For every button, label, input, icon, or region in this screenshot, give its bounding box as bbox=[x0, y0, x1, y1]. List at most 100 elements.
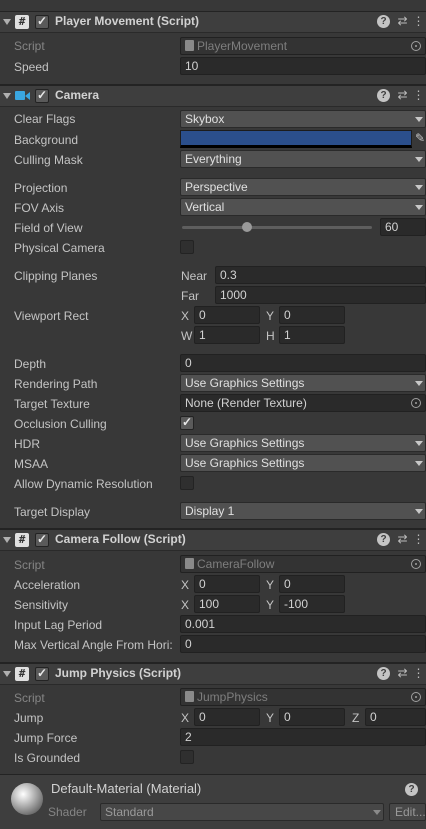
enabled-checkbox[interactable] bbox=[35, 14, 49, 29]
viewport-w-input[interactable]: 1 bbox=[194, 326, 260, 344]
material-section: Default-Material (Material) ? Shader Sta… bbox=[0, 775, 426, 829]
near-input[interactable]: 0.3 bbox=[215, 266, 426, 284]
script-label: Script bbox=[14, 39, 45, 53]
hdr-dropdown[interactable]: Use Graphics Settings bbox=[180, 434, 426, 452]
projection-dropdown[interactable]: Perspective bbox=[180, 178, 426, 196]
help-icon[interactable]: ? bbox=[377, 89, 390, 102]
presets-icon[interactable]: ⇄ bbox=[396, 89, 409, 102]
viewport-x-input[interactable]: 0 bbox=[194, 306, 260, 324]
acceleration-y-input[interactable]: 0 bbox=[279, 575, 345, 593]
shader-dropdown[interactable]: Standard bbox=[100, 803, 384, 821]
object-picker-icon[interactable] bbox=[411, 41, 421, 51]
input-lag-label: Input Lag Period bbox=[14, 618, 103, 632]
foldout-arrow-icon[interactable] bbox=[3, 93, 11, 99]
viewport-y-input[interactable]: 0 bbox=[279, 306, 345, 324]
dropdown-value: Display 1 bbox=[185, 504, 235, 518]
viewport-h-input[interactable]: 1 bbox=[279, 326, 345, 344]
script-file-icon bbox=[185, 40, 194, 51]
clipping-planes-label: Clipping Planes bbox=[14, 269, 98, 283]
fov-slider-track[interactable] bbox=[182, 226, 372, 229]
physical-camera-checkbox[interactable] bbox=[180, 240, 194, 254]
object-picker-icon[interactable] bbox=[411, 692, 421, 702]
component-title: Camera Follow (Script) bbox=[55, 532, 186, 546]
camera-header[interactable]: Camera ? ⇄ ⋮ bbox=[0, 85, 426, 107]
fov-slider-handle[interactable] bbox=[242, 222, 252, 232]
far-label: Far bbox=[181, 289, 199, 303]
input-lag-input[interactable]: 0.001 bbox=[180, 615, 426, 633]
script-field[interactable]: CameraFollow bbox=[180, 555, 426, 573]
component-title: Jump Physics (Script) bbox=[55, 666, 182, 680]
is-grounded-label: Is Grounded bbox=[14, 751, 81, 765]
help-icon[interactable]: ? bbox=[377, 533, 390, 546]
is-grounded-checkbox[interactable] bbox=[180, 750, 194, 764]
viewport-rect-label: Viewport Rect bbox=[14, 309, 89, 323]
menu-icon[interactable]: ⋮ bbox=[412, 89, 425, 102]
foldout-arrow-icon[interactable] bbox=[3, 19, 11, 25]
speed-input[interactable]: 10 bbox=[180, 57, 426, 75]
menu-icon[interactable]: ⋮ bbox=[412, 15, 425, 28]
enabled-checkbox[interactable] bbox=[35, 88, 49, 103]
depth-label: Depth bbox=[14, 357, 47, 371]
fov-input[interactable]: 60 bbox=[380, 218, 426, 236]
material-sphere-icon[interactable] bbox=[11, 783, 43, 815]
sensitivity-x-label: X bbox=[181, 598, 190, 612]
script-field[interactable]: PlayerMovement bbox=[180, 37, 426, 55]
rendering-path-dropdown[interactable]: Use Graphics Settings bbox=[180, 374, 426, 392]
jump-y-input[interactable]: 0 bbox=[279, 708, 345, 726]
jump-label: Jump bbox=[14, 711, 44, 725]
material-title: Default-Material (Material) bbox=[51, 781, 202, 796]
script-file-icon bbox=[185, 558, 194, 569]
script-value: JumpPhysics bbox=[197, 690, 268, 704]
culling-mask-dropdown[interactable]: Everything bbox=[180, 150, 426, 168]
object-picker-icon[interactable] bbox=[411, 559, 421, 569]
help-icon[interactable]: ? bbox=[405, 783, 418, 796]
menu-icon[interactable]: ⋮ bbox=[412, 533, 425, 546]
player-movement-header[interactable]: # Player Movement (Script) ? ⇄ ⋮ bbox=[0, 11, 426, 33]
sensitivity-label: Sensitivity bbox=[14, 598, 69, 612]
background-color-field[interactable] bbox=[180, 130, 412, 148]
jump-z-input[interactable]: 0 bbox=[365, 708, 426, 726]
eyedropper-icon[interactable]: ✎ bbox=[415, 131, 425, 145]
fov-axis-dropdown[interactable]: Vertical bbox=[180, 198, 426, 216]
chevron-down-icon bbox=[415, 381, 423, 386]
jump-physics-header[interactable]: # Jump Physics (Script) ? ⇄ ⋮ bbox=[0, 663, 426, 685]
far-input[interactable]: 1000 bbox=[215, 286, 426, 304]
depth-input[interactable]: 0 bbox=[180, 354, 426, 372]
acceleration-x-input[interactable]: 0 bbox=[194, 575, 260, 593]
dynamic-resolution-checkbox[interactable] bbox=[180, 476, 194, 490]
target-texture-label: Target Texture bbox=[14, 397, 90, 411]
jump-x-label: X bbox=[181, 711, 190, 725]
foldout-arrow-icon[interactable] bbox=[3, 537, 11, 543]
edit-shader-button[interactable]: Edit... bbox=[389, 803, 426, 821]
presets-icon[interactable]: ⇄ bbox=[396, 667, 409, 680]
script-value: CameraFollow bbox=[197, 557, 275, 571]
jump-force-input[interactable]: 2 bbox=[180, 728, 426, 746]
component-title: Player Movement (Script) bbox=[55, 14, 200, 28]
clear-flags-label: Clear Flags bbox=[14, 112, 76, 126]
occlusion-culling-checkbox[interactable] bbox=[180, 415, 194, 430]
dynamic-resolution-label: Allow Dynamic Resolution bbox=[14, 477, 153, 491]
sensitivity-x-input[interactable]: 100 bbox=[194, 595, 260, 613]
help-icon[interactable]: ? bbox=[377, 15, 390, 28]
camera-follow-header[interactable]: # Camera Follow (Script) ? ⇄ ⋮ bbox=[0, 529, 426, 551]
msaa-dropdown[interactable]: Use Graphics Settings bbox=[180, 454, 426, 472]
max-vertical-angle-input[interactable]: 0 bbox=[180, 635, 426, 653]
foldout-arrow-icon[interactable] bbox=[3, 671, 11, 677]
help-icon[interactable]: ? bbox=[377, 667, 390, 680]
target-display-dropdown[interactable]: Display 1 bbox=[180, 502, 426, 520]
script-field[interactable]: JumpPhysics bbox=[180, 688, 426, 706]
presets-icon[interactable]: ⇄ bbox=[396, 533, 409, 546]
target-texture-field[interactable]: None (Render Texture) bbox=[180, 394, 426, 412]
script-file-icon bbox=[185, 691, 194, 702]
sensitivity-y-input[interactable]: -100 bbox=[279, 595, 345, 613]
viewport-h-label: H bbox=[266, 329, 275, 343]
clear-flags-dropdown[interactable]: Skybox bbox=[180, 110, 426, 128]
enabled-checkbox[interactable] bbox=[35, 532, 49, 547]
enabled-checkbox[interactable] bbox=[35, 666, 49, 681]
menu-icon[interactable]: ⋮ bbox=[412, 667, 425, 680]
dropdown-value: Use Graphics Settings bbox=[185, 456, 305, 470]
jump-x-input[interactable]: 0 bbox=[194, 708, 260, 726]
dropdown-value: Skybox bbox=[185, 112, 225, 126]
presets-icon[interactable]: ⇄ bbox=[396, 15, 409, 28]
object-picker-icon[interactable] bbox=[411, 398, 421, 408]
